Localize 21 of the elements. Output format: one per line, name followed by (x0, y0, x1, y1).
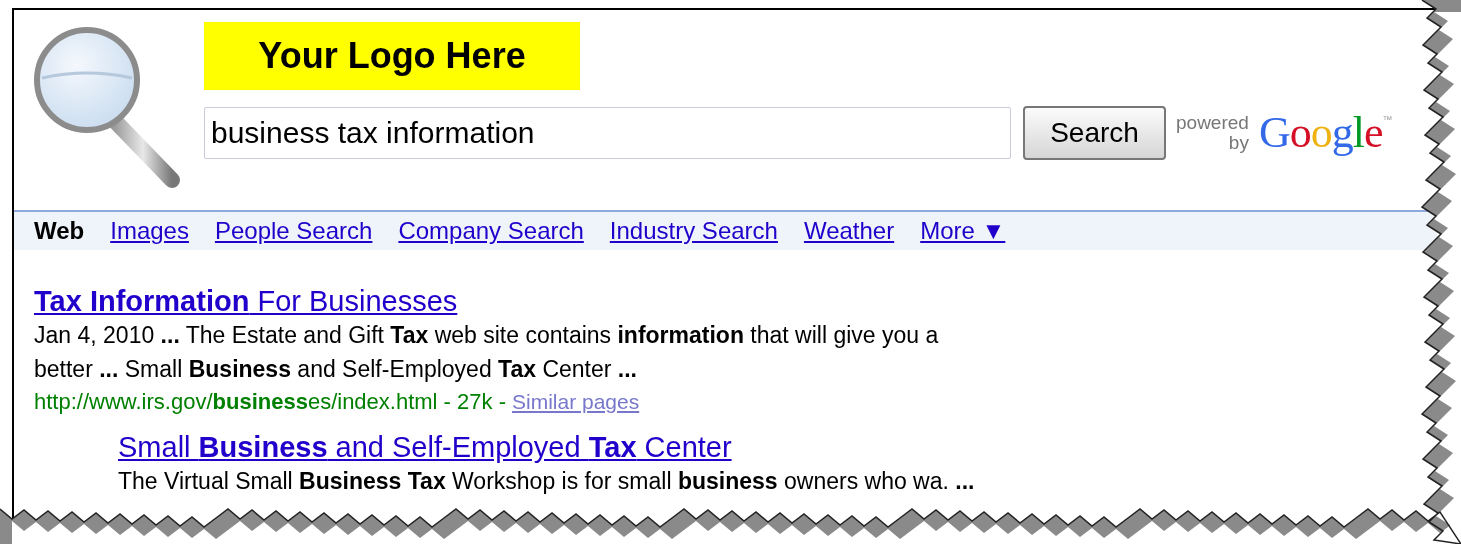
result-url: http://www.irs.gov/businesses/index.html - 27k - (34, 388, 506, 416)
trademark-mark: ™ (1382, 113, 1393, 127)
nav-tab[interactable]: Weather (803, 213, 895, 249)
powered-by-text: by (1228, 133, 1249, 153)
nav-tab[interactable]: More ▼ (920, 213, 1006, 249)
nav-tab[interactable]: Web (34, 213, 85, 249)
nav-tab[interactable]: Images (110, 213, 189, 249)
search-button[interactable]: Search (1023, 106, 1166, 160)
nav-tab[interactable]: Company Search (398, 213, 584, 249)
result-snippet: better ... Small Business and Self-Employed Tax Center ... (34, 355, 637, 384)
result-snippet: Jan 4, 2010 ... The Estate and Gift Tax web site contains information that will give you a (34, 321, 939, 350)
result-snippet: The Virtual Small Business Tax Workshop is for small business owners who wa. ... (118, 467, 975, 496)
nav-tab[interactable]: Industry Search (609, 213, 778, 249)
result-title-link[interactable]: Small Business and Self-Employed Tax Center (118, 430, 732, 464)
search-field[interactable]: business tax information (204, 107, 1011, 159)
brand-logo: Google (1258, 107, 1383, 159)
similar-pages-link[interactable]: Similar pages (511, 386, 640, 418)
logo-banner: Your Logo Here (204, 22, 580, 90)
nav-tab[interactable]: People Search (214, 213, 373, 249)
result-title-link[interactable]: Tax Information For Businesses (34, 284, 458, 318)
powered-by-text: powered (1176, 113, 1249, 133)
